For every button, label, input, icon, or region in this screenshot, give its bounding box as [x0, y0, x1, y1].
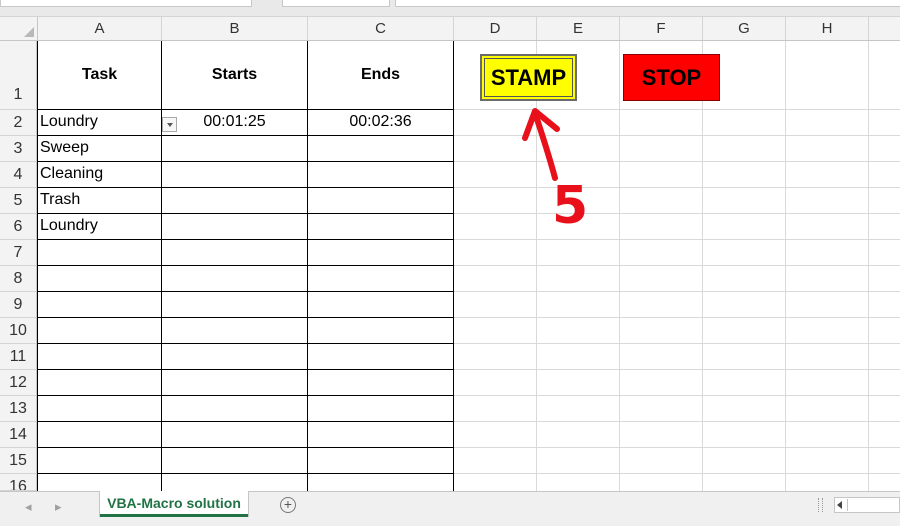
scrollbar-thumb[interactable] — [847, 499, 898, 511]
table-border — [37, 369, 454, 370]
table-border — [37, 135, 454, 136]
splitter-handle[interactable] — [818, 498, 823, 512]
cell-a2[interactable]: Loundry — [40, 113, 160, 131]
sheet-tab-vba-macro-solution[interactable]: VBA-Macro solution — [100, 491, 248, 517]
column-header-row: A B C D E F G H — [0, 17, 900, 41]
cell-c2[interactable]: 00:02:36 — [308, 113, 453, 131]
row-header-12[interactable]: 12 — [0, 370, 37, 396]
row-header-16[interactable]: 16 — [0, 474, 37, 491]
column-header-e[interactable]: E — [537, 17, 620, 40]
gridline — [454, 343, 900, 344]
annotation-arrow: 5 — [522, 108, 588, 233]
row-header-1[interactable]: 1 — [0, 41, 37, 110]
dropdown-arrow-icon[interactable] — [162, 117, 177, 132]
table-border — [37, 161, 454, 162]
row-header-3[interactable]: 3 — [0, 136, 37, 162]
table-border — [37, 447, 454, 448]
cell-a3[interactable]: Sweep — [40, 139, 160, 157]
column-header-a[interactable]: A — [38, 17, 162, 40]
row-header-7[interactable]: 7 — [0, 240, 37, 266]
row-header-9[interactable]: 9 — [0, 292, 37, 318]
row-header-15[interactable]: 15 — [0, 448, 37, 474]
table-border — [37, 213, 454, 214]
column-header-g[interactable]: G — [703, 17, 786, 40]
cell-b2[interactable]: 00:01:25 — [162, 113, 307, 131]
gridline — [454, 421, 900, 422]
horizontal-scrollbar[interactable] — [834, 497, 900, 513]
row-header-14[interactable]: 14 — [0, 422, 37, 448]
column-header-h[interactable]: H — [786, 17, 869, 40]
scroll-left-icon[interactable]: ◂ — [25, 499, 32, 515]
header-starts[interactable]: Starts — [162, 66, 307, 84]
column-header-d[interactable]: D — [454, 17, 537, 40]
gridline — [454, 473, 900, 474]
table-border — [37, 265, 454, 266]
row-header-4[interactable]: 4 — [0, 162, 37, 188]
status-bar — [0, 518, 900, 525]
row-header-2[interactable]: 2 — [0, 110, 37, 136]
gridline — [454, 395, 900, 396]
cell-a4[interactable]: Cleaning — [40, 165, 160, 183]
table-border — [37, 109, 454, 110]
table-border — [37, 473, 454, 474]
stop-button[interactable]: STOP — [623, 54, 720, 101]
row-header-8[interactable]: 8 — [0, 266, 37, 292]
formula-bar-strip — [0, 0, 900, 17]
column-header-b[interactable]: B — [162, 17, 308, 40]
formula-input[interactable] — [395, 0, 900, 7]
name-box[interactable] — [0, 0, 252, 7]
table-border — [37, 343, 454, 344]
gridline — [454, 317, 900, 318]
scroll-right-icon[interactable]: ▸ — [55, 499, 62, 515]
gridline — [454, 447, 900, 448]
table-border — [37, 395, 454, 396]
table-border — [37, 421, 454, 422]
row-header-6[interactable]: 6 — [0, 214, 37, 240]
formula-controls[interactable] — [282, 0, 390, 7]
header-task[interactable]: Task — [38, 66, 161, 84]
plus-circle-icon[interactable]: + — [280, 497, 296, 513]
table-border — [37, 291, 454, 292]
gridline — [454, 369, 900, 370]
cell-a5[interactable]: Trash — [40, 191, 160, 209]
annotation-number: 5 — [552, 176, 588, 233]
gridline — [454, 239, 900, 240]
gridline — [454, 291, 900, 292]
gridline — [454, 265, 900, 266]
row-header-10[interactable]: 10 — [0, 318, 37, 344]
caret-left-icon[interactable] — [837, 501, 842, 509]
row-header-5[interactable]: 5 — [0, 188, 37, 214]
select-all-corner[interactable] — [0, 17, 38, 40]
header-ends[interactable]: Ends — [308, 66, 453, 84]
row-header-13[interactable]: 13 — [0, 396, 37, 422]
cell-a6[interactable]: Loundry — [40, 217, 160, 235]
column-header-f[interactable]: F — [620, 17, 703, 40]
table-border — [37, 239, 454, 240]
column-header-c[interactable]: C — [308, 17, 454, 40]
row-header-11[interactable]: 11 — [0, 344, 37, 370]
table-border — [37, 317, 454, 318]
stamp-button[interactable]: STAMP — [480, 54, 577, 101]
table-border — [37, 187, 454, 188]
